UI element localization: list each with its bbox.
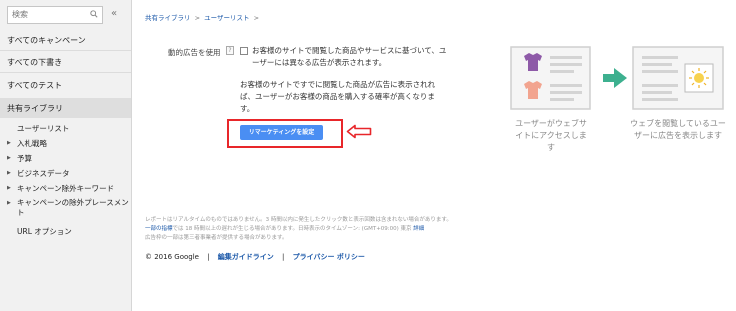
search-placeholder: 検索 [12, 10, 28, 19]
some-metrics-link[interactable]: 一部の指標 [145, 226, 173, 232]
search-icon [90, 10, 98, 18]
sidebar-item-bid-strategies[interactable]: 入札戦略 [17, 138, 47, 149]
breadcrumb-separator: > [253, 14, 260, 22]
setup-remarketing-button[interactable]: リマーケティングを設定 [240, 125, 323, 140]
expand-triangle-icon[interactable]: ▶ [7, 185, 11, 191]
breadcrumb-user-lists[interactable]: ユーザーリスト [204, 14, 249, 22]
sidebar-item-shared-library[interactable]: 共有ライブラリ [7, 103, 63, 114]
sidebar-item-budgets[interactable]: 予算 [17, 153, 32, 164]
flow-arrow-icon [603, 68, 627, 88]
illustration-caption-visit: ユーザーがウェブサイトにアクセスします [515, 119, 587, 152]
illustration-caption-show-ads: ウェブを閲覧しているユーザーに広告を表示します [630, 119, 726, 140]
pointer-arrow-icon [346, 124, 372, 139]
expand-triangle-icon[interactable]: ▶ [7, 200, 11, 206]
breadcrumb-shared-library[interactable]: 共有ライブラリ [145, 14, 191, 22]
footer-line3: 広告枠の一部は第三者事業者が提供する場合があります。 [145, 235, 288, 241]
sidebar-item-excluded-placements[interactable]: キャンペーンの除外プレースメント [17, 198, 129, 218]
footer-line1: レポートはリアルタイムのものではありません。3 時間以内に発生したクリック数と表… [145, 217, 452, 223]
footer-divider: | [282, 253, 285, 261]
dynamic-ads-benefit-text: お客様のサイトですでに閲覧した商品が広告に表示されれば、ユーザーがお客様の商品を… [240, 80, 436, 113]
dynamic-ads-checkbox[interactable] [240, 47, 248, 55]
footer-links: © 2016 Google | 編集ガイドライン | プライバシー ポリシー [145, 252, 365, 262]
sidebar-item-business-data[interactable]: ビジネスデータ [17, 168, 70, 179]
divider [0, 50, 131, 51]
divider [0, 72, 131, 73]
sidebar-item-negative-keywords[interactable]: キャンペーン除外キーワード [17, 183, 114, 194]
footer-line2-text: では 18 時間以上の遅れが生じる場合があります。日時表示のタイムゾーン: (G… [172, 226, 412, 232]
sidebar-item-user-lists[interactable]: ユーザーリスト [17, 123, 69, 134]
sidebar-item-all-experiments[interactable]: すべてのテスト [7, 80, 62, 91]
breadcrumb: 共有ライブラリ > ユーザーリスト > [145, 12, 261, 22]
search-input[interactable]: 検索 [7, 6, 103, 24]
expand-triangle-icon[interactable]: ▶ [7, 140, 11, 146]
footer-divider: | [207, 253, 210, 261]
ad-sparkle-icon [689, 68, 709, 88]
remarketing-illustration [510, 46, 724, 110]
collapse-sidebar-button[interactable]: « [111, 9, 117, 19]
breadcrumb-separator: > [194, 14, 201, 22]
editorial-guidelines-link[interactable]: 編集ガイドライン [218, 253, 274, 261]
expand-triangle-icon[interactable]: ▶ [7, 170, 11, 176]
help-icon[interactable]: ? [226, 46, 234, 55]
sidebar-item-all-drafts[interactable]: すべての下書き [7, 57, 62, 68]
copyright: © 2016 Google [145, 253, 199, 261]
sidebar: 検索 « すべてのキャンペーン すべての下書き すべてのテスト 共有ライブラリ … [0, 0, 132, 311]
dynamic-ads-description: お客様のサイトで閲覧した商品やサービスに基づいて、ユーザーには異なる広告が表示さ… [252, 46, 447, 67]
sidebar-item-url-options[interactable]: URL オプション [17, 226, 72, 237]
sidebar-item-all-campaigns[interactable]: すべてのキャンペーン [7, 35, 86, 46]
details-link[interactable]: 詳細 [413, 226, 424, 232]
footer-notice: レポートはリアルタイムのものではありません。3 時間以内に発生したクリック数と表… [145, 216, 525, 243]
footer-line2: 一部の指標では 18 時間以上の遅れが生じる場合があります。日時表示のタイムゾー… [145, 225, 525, 234]
expand-triangle-icon[interactable]: ▶ [7, 155, 11, 161]
dynamic-ads-label: 動的広告を使用 [168, 48, 221, 57]
privacy-policy-link[interactable]: プライバシー ポリシー [293, 253, 365, 261]
